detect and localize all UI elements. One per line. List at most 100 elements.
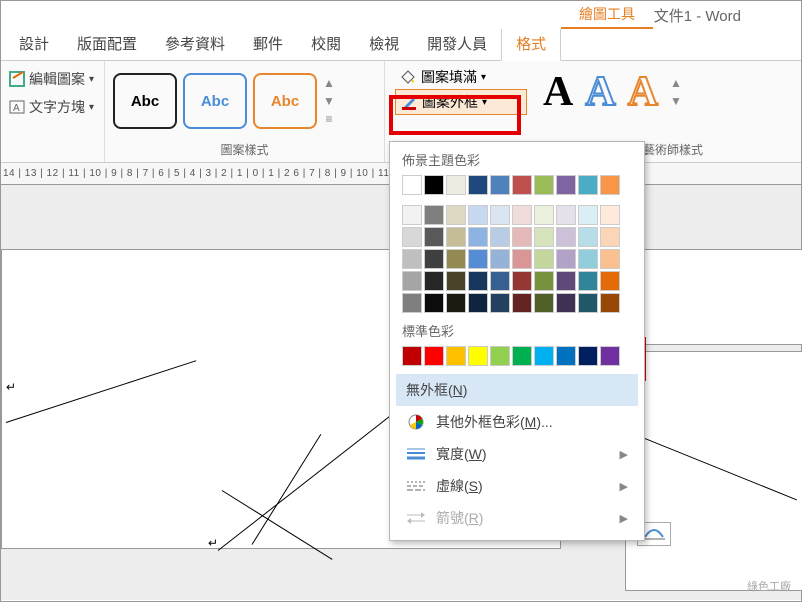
shape-fill-label: 圖案填滿 — [421, 67, 477, 87]
color-swatch[interactable] — [446, 227, 466, 247]
color-swatch[interactable] — [490, 175, 510, 195]
color-swatch[interactable] — [600, 249, 620, 269]
color-swatch[interactable] — [512, 293, 532, 313]
shape-style-preset-2[interactable]: Abc — [183, 73, 247, 129]
color-swatch[interactable] — [446, 205, 466, 225]
outline-width-item[interactable]: 寬度(W) ▶ — [396, 438, 638, 470]
color-swatch[interactable] — [578, 175, 598, 195]
color-swatch[interactable] — [600, 175, 620, 195]
color-swatch[interactable] — [490, 346, 510, 366]
color-swatch[interactable] — [556, 293, 576, 313]
color-swatch[interactable] — [468, 293, 488, 313]
color-swatch[interactable] — [446, 271, 466, 291]
color-swatch[interactable] — [402, 227, 422, 247]
color-swatch[interactable] — [578, 293, 598, 313]
color-swatch[interactable] — [402, 249, 422, 269]
color-swatch[interactable] — [578, 271, 598, 291]
tab-view[interactable]: 檢視 — [355, 27, 413, 60]
tab-review[interactable]: 校閱 — [297, 27, 355, 60]
color-swatch[interactable] — [556, 227, 576, 247]
color-swatch[interactable] — [512, 249, 532, 269]
color-swatch[interactable] — [424, 271, 444, 291]
shape-fill-button[interactable]: 圖案填滿 ▾ — [395, 65, 527, 89]
gallery-more-icon[interactable]: ≡ — [325, 112, 332, 126]
color-swatch[interactable] — [512, 346, 532, 366]
color-swatch[interactable] — [468, 205, 488, 225]
color-swatch[interactable] — [534, 271, 554, 291]
color-swatch[interactable] — [446, 249, 466, 269]
color-swatch[interactable] — [402, 346, 422, 366]
gallery-down-icon[interactable]: ▼ — [323, 94, 335, 108]
color-swatch[interactable] — [534, 346, 554, 366]
shape-style-preset-3[interactable]: Abc — [253, 73, 317, 129]
color-swatch[interactable] — [446, 175, 466, 195]
color-swatch[interactable] — [468, 346, 488, 366]
color-swatch[interactable] — [424, 227, 444, 247]
color-swatch[interactable] — [446, 293, 466, 313]
page-2-bottom[interactable] — [625, 351, 802, 591]
no-outline-item[interactable]: 無外框(N) — [396, 374, 638, 406]
color-swatch[interactable] — [578, 227, 598, 247]
color-swatch[interactable] — [600, 271, 620, 291]
color-swatch[interactable] — [402, 175, 422, 195]
wordart-preset-3[interactable]: A — [628, 71, 658, 113]
tab-references[interactable]: 參考資料 — [151, 27, 239, 60]
layout-options-icon — [643, 527, 665, 541]
color-swatch[interactable] — [600, 205, 620, 225]
more-outline-colors-item[interactable]: 其他外框色彩(M)... — [396, 406, 638, 438]
tab-developer[interactable]: 開發人員 — [413, 27, 501, 60]
color-swatch[interactable] — [424, 293, 444, 313]
color-swatch[interactable] — [402, 293, 422, 313]
color-swatch[interactable] — [556, 346, 576, 366]
color-swatch[interactable] — [402, 205, 422, 225]
page-2-top[interactable] — [629, 249, 802, 345]
color-swatch[interactable] — [424, 205, 444, 225]
tab-mailings[interactable]: 郵件 — [239, 27, 297, 60]
color-swatch[interactable] — [512, 205, 532, 225]
wordart-preset-2[interactable]: A — [585, 71, 615, 113]
color-swatch[interactable] — [446, 346, 466, 366]
color-swatch[interactable] — [512, 271, 532, 291]
tab-design[interactable]: 設計 — [5, 27, 63, 60]
color-swatch[interactable] — [600, 293, 620, 313]
color-swatch[interactable] — [556, 205, 576, 225]
color-swatch[interactable] — [578, 205, 598, 225]
color-swatch[interactable] — [512, 175, 532, 195]
color-swatch[interactable] — [534, 175, 554, 195]
color-swatch[interactable] — [556, 175, 576, 195]
color-swatch[interactable] — [490, 249, 510, 269]
color-swatch[interactable] — [468, 227, 488, 247]
color-swatch[interactable] — [600, 346, 620, 366]
color-swatch[interactable] — [600, 227, 620, 247]
tab-format[interactable]: 格式 — [501, 26, 561, 61]
color-swatch[interactable] — [468, 271, 488, 291]
color-swatch[interactable] — [578, 249, 598, 269]
color-swatch[interactable] — [468, 175, 488, 195]
color-swatch[interactable] — [424, 249, 444, 269]
color-swatch[interactable] — [512, 227, 532, 247]
outline-dashes-item[interactable]: 虛線(S) ▶ — [396, 470, 638, 502]
color-swatch[interactable] — [534, 205, 554, 225]
color-swatch[interactable] — [578, 346, 598, 366]
color-swatch[interactable] — [534, 249, 554, 269]
gallery-up-icon[interactable]: ▲ — [323, 76, 335, 90]
color-swatch[interactable] — [490, 227, 510, 247]
gallery-down-icon[interactable]: ▼ — [670, 94, 682, 108]
color-swatch[interactable] — [556, 271, 576, 291]
gallery-up-icon[interactable]: ▲ — [670, 76, 682, 90]
color-swatch[interactable] — [534, 227, 554, 247]
color-swatch[interactable] — [424, 175, 444, 195]
shape-style-preset-1[interactable]: Abc — [113, 73, 177, 129]
wordart-preset-1[interactable]: A — [543, 71, 573, 113]
color-swatch[interactable] — [534, 293, 554, 313]
edit-shape-button[interactable]: 編輯圖案 ▾ — [9, 65, 96, 93]
color-swatch[interactable] — [490, 271, 510, 291]
color-swatch[interactable] — [556, 249, 576, 269]
color-swatch[interactable] — [402, 271, 422, 291]
color-swatch[interactable] — [490, 205, 510, 225]
color-swatch[interactable] — [424, 346, 444, 366]
color-swatch[interactable] — [490, 293, 510, 313]
text-box-button[interactable]: A 文字方塊 ▾ — [9, 93, 96, 121]
color-swatch[interactable] — [468, 249, 488, 269]
tab-layout[interactable]: 版面配置 — [63, 27, 151, 60]
